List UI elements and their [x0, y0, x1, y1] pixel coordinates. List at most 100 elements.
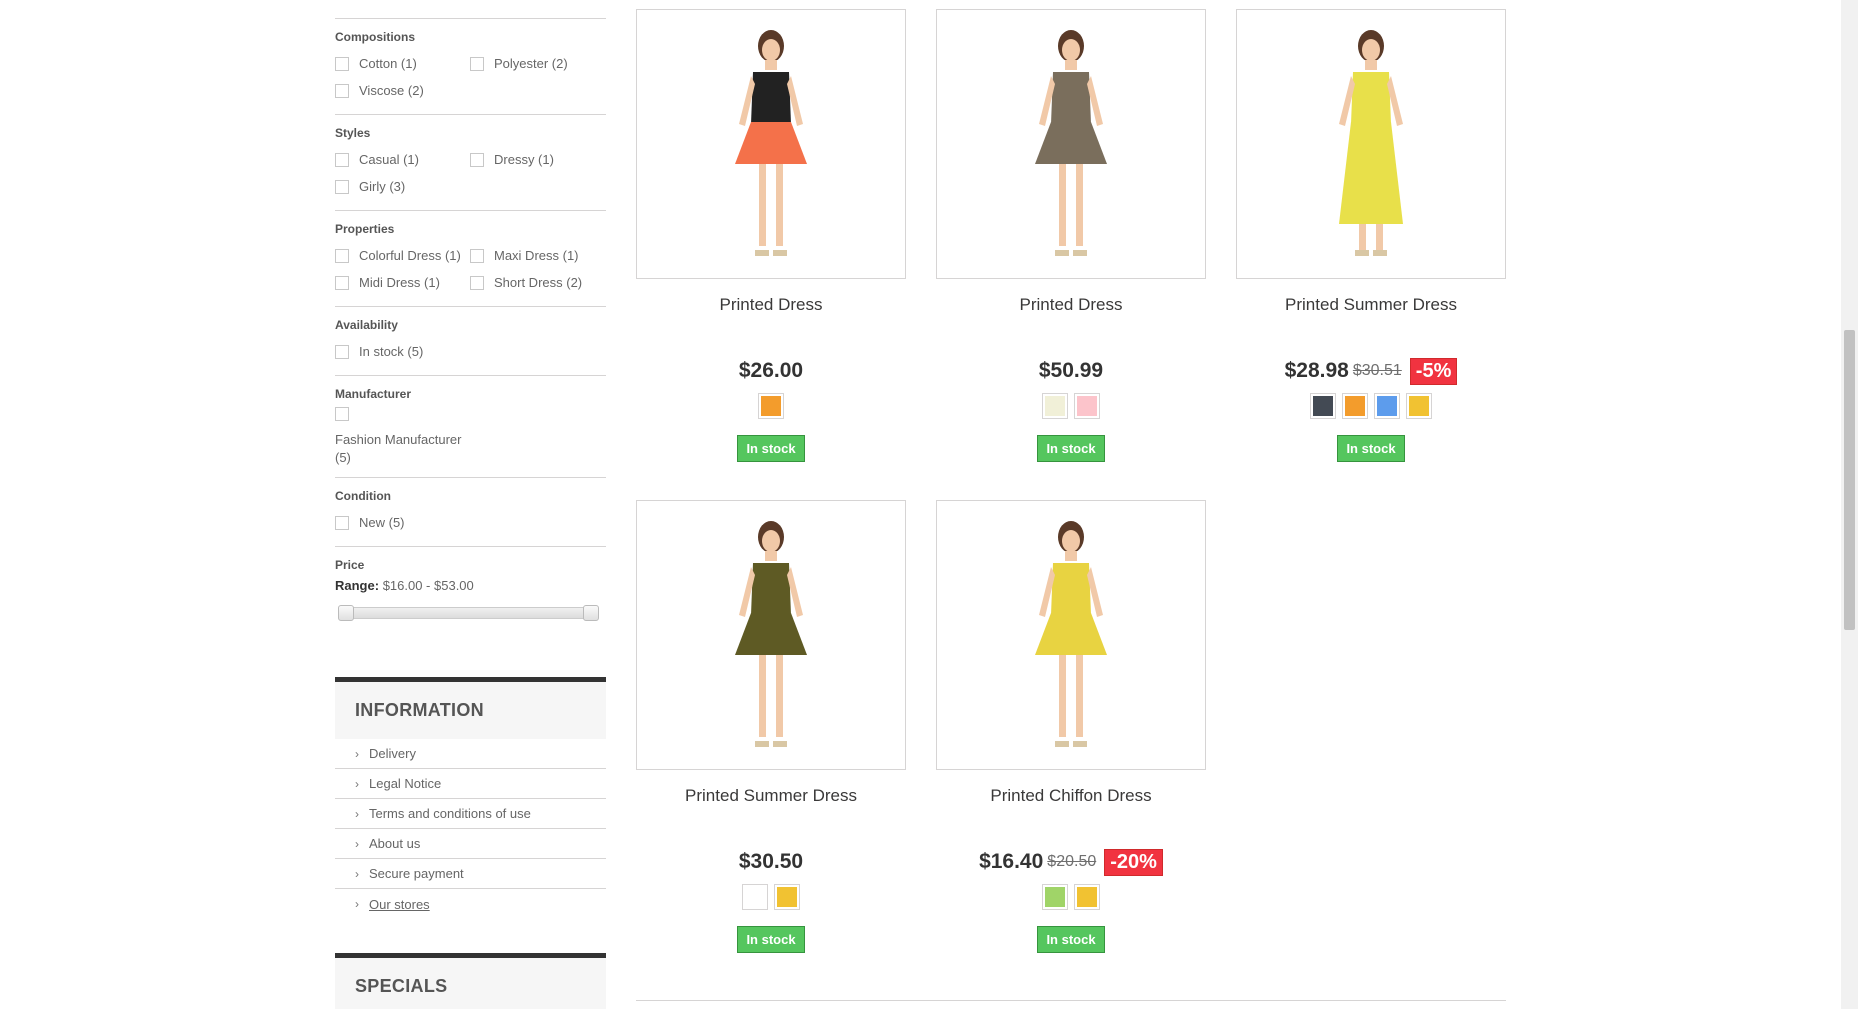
product-discount-badge: -5%	[1409, 357, 1458, 385]
product-price-row: $50.99	[936, 355, 1206, 387]
chevron-right-icon: ›	[355, 806, 359, 821]
price-range-label: Range:	[335, 578, 380, 593]
filter-manufacturer: Manufacturer Fashion Manufacturer (5)	[335, 376, 606, 478]
filter-checkbox[interactable]	[470, 248, 484, 263]
scrollbar-thumb[interactable]	[1844, 330, 1855, 630]
product-card: Printed Summer Dress $28.98 $30.51 -5% In st…	[1236, 9, 1506, 462]
product-name[interactable]: Printed Dress	[936, 295, 1206, 355]
chevron-right-icon: ›	[355, 866, 359, 881]
information-link-label[interactable]: Terms and conditions of use	[369, 806, 531, 821]
product-price-row: $26.00	[636, 355, 906, 387]
product-image[interactable]	[936, 9, 1206, 279]
manufacturer-label[interactable]: Fashion Manufacturer (5)	[335, 431, 475, 467]
product-name[interactable]: Printed Chiffon Dress	[936, 786, 1206, 846]
filter-checkbox[interactable]	[335, 83, 349, 98]
chevron-right-icon: ›	[355, 746, 359, 761]
information-link-label[interactable]: Delivery	[369, 746, 416, 761]
color-swatches	[1236, 393, 1506, 419]
specials-title: SPECIALS	[335, 958, 606, 1009]
product-image[interactable]	[636, 9, 906, 279]
filter-price: Price Range: $16.00 - $53.00	[335, 547, 606, 639]
information-link[interactable]: › Terms and conditions of use	[335, 799, 606, 829]
price-slider-max-handle[interactable]	[583, 605, 599, 621]
filter-checkbox[interactable]	[335, 56, 349, 71]
filter-option-label: Dressy (1)	[494, 152, 554, 167]
filter-option[interactable]: Maxi Dress (1)	[470, 242, 605, 269]
filter-option-label: Girly (3)	[359, 179, 406, 194]
filter-option[interactable]: Polyester (2)	[470, 50, 605, 77]
color-swatches	[636, 393, 906, 419]
information-title: INFORMATION	[335, 682, 606, 739]
color-swatch-fill	[1077, 396, 1097, 416]
filter-option[interactable]: Girly (3)	[335, 173, 470, 200]
filter-checkbox[interactable]	[470, 56, 484, 71]
filter-option[interactable]: Short Dress (2)	[470, 269, 605, 296]
availability-badge: In stock	[737, 435, 805, 462]
filter-option[interactable]: New (5)	[335, 509, 470, 536]
color-swatch[interactable]	[1074, 393, 1100, 419]
color-swatch-fill	[745, 887, 765, 907]
page-scrollbar[interactable]	[1841, 0, 1858, 1009]
color-swatch[interactable]	[1406, 393, 1432, 419]
filter-checkbox[interactable]	[335, 248, 349, 263]
filter-option[interactable]: Midi Dress (1)	[335, 269, 470, 296]
information-link[interactable]: › About us	[335, 829, 606, 859]
filter-option[interactable]: Casual (1)	[335, 146, 470, 173]
filter-condition: Condition New (5)	[335, 478, 606, 547]
color-swatch[interactable]	[1374, 393, 1400, 419]
product-name[interactable]: Printed Summer Dress	[636, 786, 906, 846]
color-swatches	[636, 884, 906, 910]
filter-checkbox[interactable]	[335, 275, 349, 290]
product-card: Printed Dress $26.00 In stock	[636, 9, 906, 462]
product-image[interactable]	[636, 500, 906, 770]
color-swatch[interactable]	[1074, 884, 1100, 910]
filter-option[interactable]: Dressy (1)	[470, 146, 605, 173]
information-link[interactable]: › Delivery	[335, 739, 606, 769]
color-swatch[interactable]	[1042, 393, 1068, 419]
manufacturer-checkbox[interactable]	[335, 407, 349, 421]
filter-option-label: Midi Dress (1)	[359, 275, 440, 290]
filter-option[interactable]: In stock (5)	[335, 338, 470, 365]
product-price: $26.00	[738, 359, 804, 382]
information-link-label[interactable]: Secure payment	[369, 866, 464, 881]
filter-checkbox[interactable]	[335, 344, 349, 359]
filter-checkbox[interactable]	[470, 152, 484, 167]
product-price: $16.40	[979, 850, 1044, 873]
color-swatch-fill	[1045, 396, 1065, 416]
color-swatch[interactable]	[1310, 393, 1336, 419]
filter-option[interactable]: Viscose (2)	[335, 77, 470, 104]
filter-availability: Availability In stock (5)	[335, 307, 606, 376]
filter-checkbox[interactable]	[470, 275, 484, 290]
price-slider[interactable]	[338, 605, 599, 621]
information-link-label[interactable]: Legal Notice	[369, 776, 441, 791]
product-price-row: $28.98 $30.51 -5%	[1236, 355, 1506, 387]
color-swatch[interactable]	[758, 393, 784, 419]
color-swatch-fill	[1345, 396, 1365, 416]
filter-option[interactable]: Cotton (1)	[335, 50, 470, 77]
information-link[interactable]: › Our stores	[335, 889, 606, 919]
filter-title: Compositions	[335, 30, 415, 44]
product-price-row: $30.50	[636, 846, 906, 878]
product-price-row: $16.40 $20.50 -20%	[936, 846, 1206, 878]
information-link[interactable]: › Legal Notice	[335, 769, 606, 799]
product-name[interactable]: Printed Summer Dress	[1236, 295, 1506, 355]
information-link[interactable]: › Secure payment	[335, 859, 606, 889]
color-swatch[interactable]	[1342, 393, 1368, 419]
filter-checkbox[interactable]	[335, 152, 349, 167]
filter-title: Availability	[335, 318, 398, 332]
color-swatch[interactable]	[1042, 884, 1068, 910]
color-swatch-fill	[1313, 396, 1333, 416]
filter-option[interactable]: Colorful Dress (1)	[335, 242, 470, 269]
information-link-label[interactable]: About us	[369, 836, 420, 851]
color-swatch[interactable]	[774, 884, 800, 910]
product-image[interactable]	[936, 500, 1206, 770]
price-slider-min-handle[interactable]	[338, 605, 354, 621]
condition-checkbox[interactable]	[335, 515, 349, 530]
product-name[interactable]: Printed Dress	[636, 295, 906, 355]
color-swatch-fill	[1377, 396, 1397, 416]
color-swatch[interactable]	[742, 884, 768, 910]
filter-checkbox[interactable]	[335, 179, 349, 194]
filter-option-label: Cotton (1)	[359, 56, 417, 71]
information-link-label[interactable]: Our stores	[369, 897, 430, 912]
product-image[interactable]	[1236, 9, 1506, 279]
